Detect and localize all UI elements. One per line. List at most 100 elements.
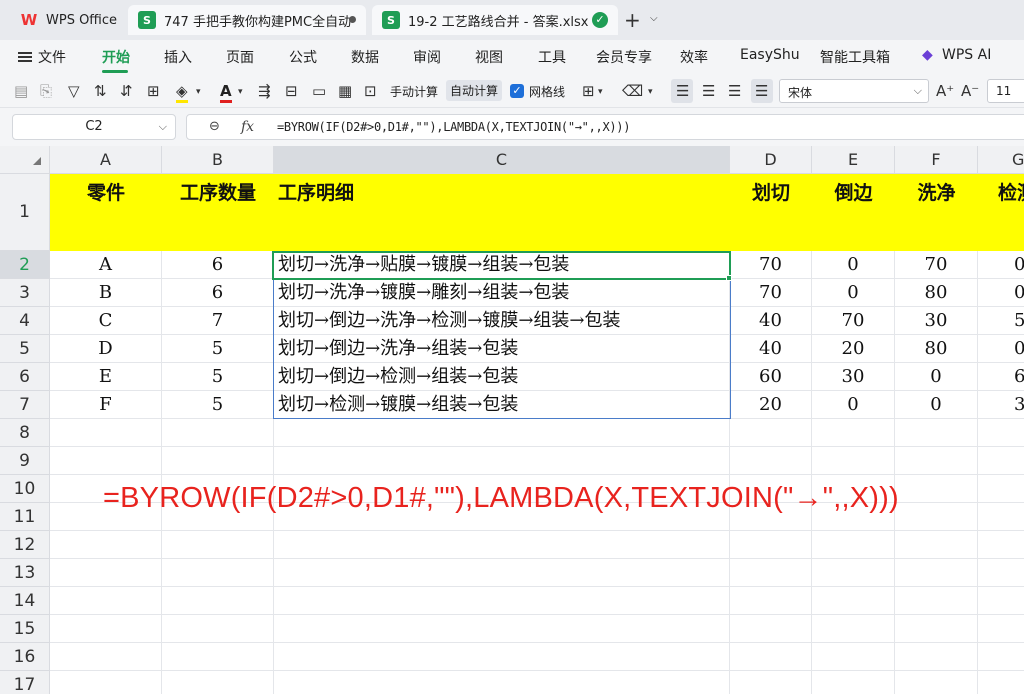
fx-icon[interactable]: fx [241,119,254,135]
cell-a3[interactable]: B [50,279,162,307]
cell-e3[interactable]: 0 [812,279,895,307]
cell-a2[interactable]: A [50,251,162,279]
chevron-down-icon[interactable]: ▾ [238,87,243,97]
font-color-icon[interactable]: A [220,82,232,103]
table-icon[interactable]: ▦ [338,82,352,100]
paste-format-icon[interactable]: ⇶ [258,82,271,100]
align-left-icon[interactable]: ☰ [676,82,689,100]
cell-g3[interactable]: 0 [978,279,1024,307]
sort-asc-icon[interactable]: ⇅ [94,82,107,100]
row-header-15[interactable]: 15 [0,615,50,643]
menu-file[interactable]: 文件 [38,47,66,67]
cell-d4[interactable]: 40 [730,307,812,335]
menu-formulas[interactable]: 公式 [289,47,317,67]
column-header-g[interactable]: G [978,146,1024,174]
freeze-panes-icon[interactable]: ⊞ [582,82,595,100]
row-header-1[interactable]: 1 [0,174,50,251]
header-cell-step-count[interactable]: 工序数量 [162,174,274,251]
cell-e7[interactable]: 0 [812,391,895,419]
wps-ai-icon[interactable]: ◆ [922,47,933,63]
unsaved-dot-icon[interactable] [349,16,356,23]
cell-a5[interactable]: D [50,335,162,363]
cell-b5[interactable]: 5 [162,335,274,363]
row-header-11[interactable]: 11 [0,503,50,531]
column-header-f[interactable]: F [895,146,978,174]
row-header-14[interactable]: 14 [0,587,50,615]
header-cell-inspection[interactable]: 检测 [978,174,1024,251]
row-header-17[interactable]: 17 [0,671,50,694]
cell-f3[interactable]: 80 [895,279,978,307]
header-cell-cutting[interactable]: 划切 [730,174,812,251]
menu-tools[interactable]: 工具 [538,47,566,67]
cell-a7[interactable]: F [50,391,162,419]
menu-data[interactable]: 数据 [351,47,379,67]
cell-c7[interactable]: 划切→检测→镀膜→组装→包装 [274,391,730,419]
empty-cells-area[interactable] [50,419,1024,694]
row-header-12[interactable]: 12 [0,531,50,559]
cell-g6[interactable]: 60 [978,363,1024,391]
column-header-a[interactable]: A [50,146,162,174]
cell-c4[interactable]: 划切→倒边→洗净→检测→镀膜→组装→包装 [274,307,730,335]
cell-f5[interactable]: 80 [895,335,978,363]
gridlines-checkbox[interactable]: ✓ [510,84,524,98]
row-header-9[interactable]: 9 [0,447,50,475]
number-format-icon[interactable]: ▤ [14,82,28,100]
chevron-down-icon[interactable]: ▾ [648,87,653,97]
column-header-b[interactable]: B [162,146,274,174]
select-all-corner[interactable] [0,146,50,174]
chevron-down-icon[interactable]: ⌵ [650,13,658,24]
calc-icon[interactable]: ⊡ [364,82,377,100]
column-header-d[interactable]: D [730,146,812,174]
cell-d6[interactable]: 60 [730,363,812,391]
menu-smart-toolbox[interactable]: 智能工具箱 [820,47,890,67]
cell-b2[interactable]: 6 [162,251,274,279]
cell-e2[interactable]: 0 [812,251,895,279]
chevron-down-icon[interactable]: ⌵ [159,115,167,139]
auto-calc-button[interactable]: 自动计算 [446,80,503,101]
menu-member[interactable]: 会员专享 [596,47,652,67]
sort-desc-icon[interactable]: ⇵ [120,82,133,100]
tab-pmc-workbook[interactable]: S 747 手把手教你构建PMC全自动 [128,5,366,35]
cell-d2[interactable]: 70 [730,251,812,279]
tab-wps-office[interactable]: W WPS Office [10,5,122,35]
cell-g2[interactable]: 0 [978,251,1024,279]
cell-d7[interactable]: 20 [730,391,812,419]
menu-efficiency[interactable]: 效率 [680,47,708,67]
align-justify-icon[interactable]: ☰ [755,82,768,100]
cell-g7[interactable]: 30 [978,391,1024,419]
cell-d5[interactable]: 40 [730,335,812,363]
formula-input[interactable]: ⊖ fx =BYROW(IF(D2#>0,D1#,""),LAMBDA(X,TE… [186,114,1024,140]
cell-a6[interactable]: E [50,363,162,391]
name-box[interactable]: C2 ⌵ [12,114,176,140]
comment-icon[interactable]: ▭ [312,82,326,100]
cell-f7[interactable]: 0 [895,391,978,419]
increase-font-icon[interactable]: A⁺ [936,82,954,100]
font-name-select[interactable]: 宋体 ⌵ [779,79,929,103]
cell-a4[interactable]: C [50,307,162,335]
saved-check-icon[interactable]: ✓ [592,12,608,28]
row-header-6[interactable]: 6 [0,363,50,391]
row-header-3[interactable]: 3 [0,279,50,307]
cell-c3[interactable]: 划切→洗净→镀膜→雕刻→组装→包装 [274,279,730,307]
cell-b4[interactable]: 7 [162,307,274,335]
font-size-select[interactable]: 11 [987,79,1024,103]
cell-f6[interactable]: 0 [895,363,978,391]
row-header-10[interactable]: 10 [0,475,50,503]
cell-b7[interactable]: 5 [162,391,274,419]
header-cell-step-detail[interactable]: 工序明细 [274,174,730,251]
menu-insert[interactable]: 插入 [164,47,192,67]
decrease-font-icon[interactable]: A⁻ [961,82,979,100]
row-header-16[interactable]: 16 [0,643,50,671]
clear-format-icon[interactable]: ⌫ [622,82,643,100]
cell-c5[interactable]: 划切→倒边→洗净→组装→包装 [274,335,730,363]
row-header-8[interactable]: 8 [0,419,50,447]
row-header-5[interactable]: 5 [0,335,50,363]
row-header-7[interactable]: 7 [0,391,50,419]
cell-b3[interactable]: 6 [162,279,274,307]
cell-g5[interactable]: 0 [978,335,1024,363]
cell-d3[interactable]: 70 [730,279,812,307]
menu-review[interactable]: 审阅 [413,47,441,67]
cell-c6[interactable]: 划切→倒边→检测→组装→包装 [274,363,730,391]
row-header-4[interactable]: 4 [0,307,50,335]
border-icon[interactable]: ⊞ [147,82,160,100]
